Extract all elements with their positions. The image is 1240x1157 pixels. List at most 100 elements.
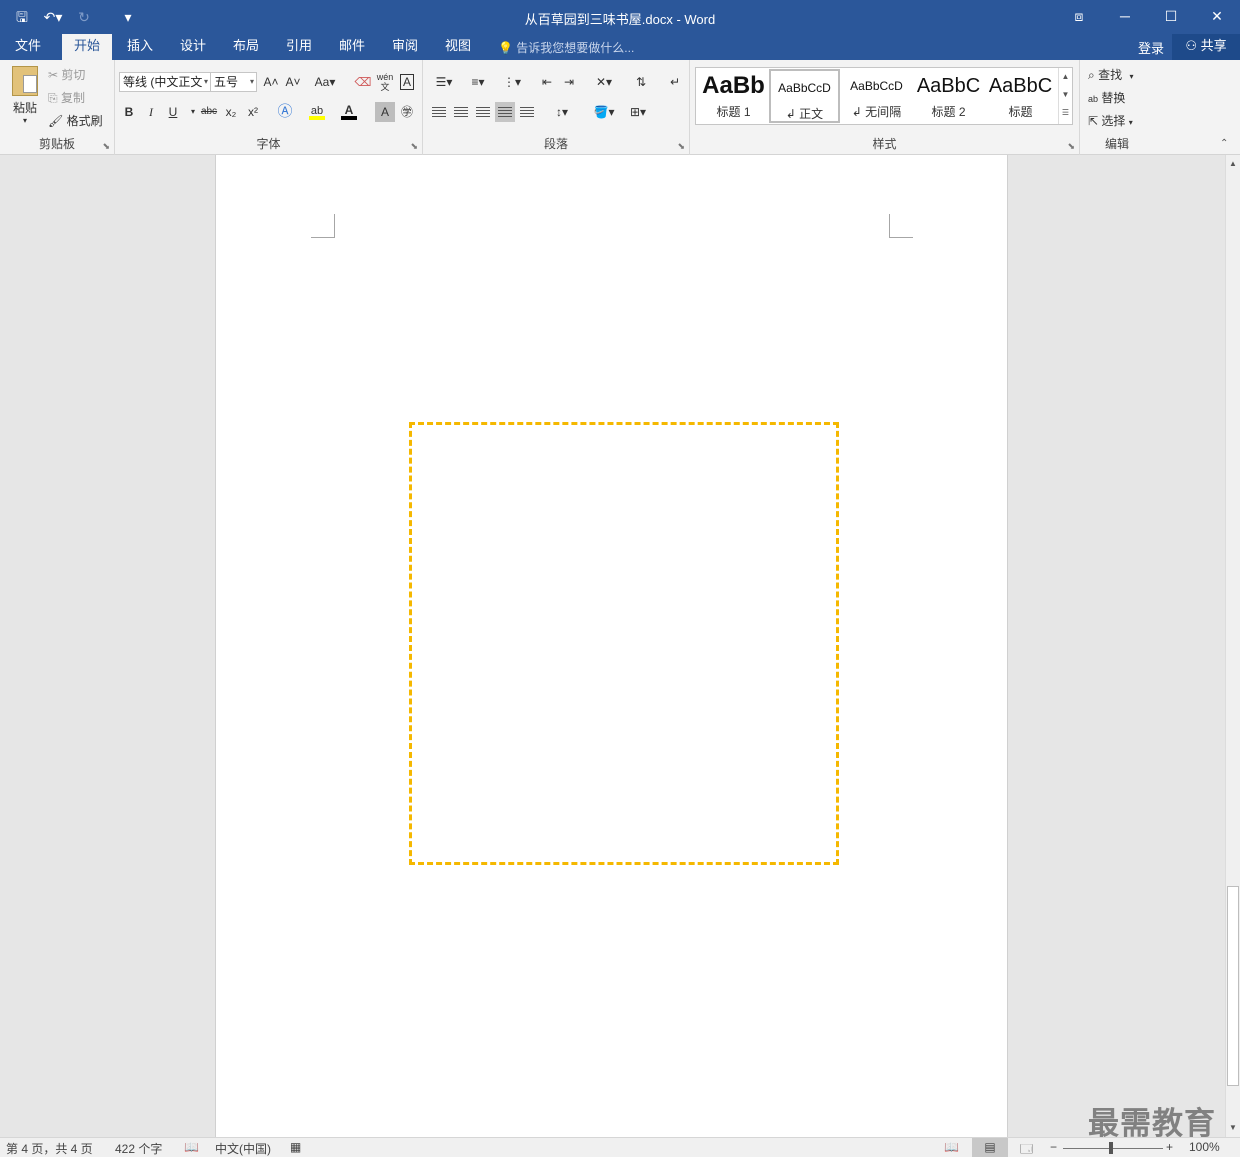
tab-file[interactable]: 文件 <box>0 34 56 60</box>
font-dialog-launcher-icon[interactable]: ⬊ <box>410 141 418 152</box>
align-center-icon[interactable] <box>451 102 471 122</box>
login-link[interactable]: 登录 <box>1138 38 1164 57</box>
justify-icon[interactable] <box>495 102 515 122</box>
paragraph-group: ☰▾ ≡▾ ⋮▾ ⇤ ⇥ ✕▾ ⇅ ↵ ↕▾ 🪣▾ ⊞▾ 段落 ⬊ <box>423 60 690 155</box>
borders-icon[interactable]: ⊞▾ <box>623 102 653 122</box>
tab-references[interactable]: 引用 <box>275 34 323 60</box>
tab-mailings[interactable]: 邮件 <box>328 34 376 60</box>
tab-home[interactable]: 开始 <box>62 34 112 60</box>
change-case-button[interactable]: Aa▾ <box>311 72 339 92</box>
tab-review[interactable]: 审阅 <box>381 34 429 60</box>
copy-label: 复制 <box>60 91 85 105</box>
numbering-icon[interactable]: ≡▾ <box>463 72 493 92</box>
shading-icon[interactable]: 🪣▾ <box>589 102 619 122</box>
superscript-button[interactable]: x² <box>243 102 263 122</box>
paste-button[interactable]: 粘贴 ▾ <box>10 66 40 130</box>
vertical-scrollbar[interactable]: ▲ ▼ <box>1225 155 1240 1137</box>
document-work-area <box>0 155 1225 1137</box>
page-count[interactable]: 第 4 页，共 4 页 <box>6 1140 93 1157</box>
subscript-button[interactable]: x₂ <box>221 102 241 122</box>
chinese-layout-icon[interactable]: ✕▾ <box>589 72 619 92</box>
style-title[interactable]: AaBbC 标题 <box>985 69 1056 123</box>
share-button[interactable]: ⚇ 共享 <box>1172 34 1240 60</box>
ribbon-display-options-icon[interactable]: ⧈ <box>1056 0 1102 34</box>
scrollbar-thumb[interactable] <box>1227 886 1239 1086</box>
print-layout-icon[interactable]: ▤ <box>972 1138 1008 1157</box>
font-color-icon[interactable]: A <box>339 100 359 120</box>
copy-button[interactable]: ⎘ 复制 <box>48 89 85 106</box>
scroll-up-icon[interactable]: ▲ <box>1226 157 1240 171</box>
tab-layout[interactable]: 布局 <box>222 34 270 60</box>
enclose-characters-icon[interactable]: ㊫ <box>397 102 417 122</box>
style-no-spacing[interactable]: AaBbCcD ↲ 无间隔 <box>841 69 912 123</box>
multilevel-list-icon[interactable]: ⋮▾ <box>497 72 527 92</box>
select-button[interactable]: ⇱ 选择 ▾ <box>1088 112 1133 129</box>
bold-button[interactable]: B <box>119 102 139 122</box>
zoom-level[interactable]: 100% <box>1189 1140 1220 1154</box>
distributed-icon[interactable] <box>517 102 537 122</box>
format-painter-button[interactable]: 🖌 格式刷 <box>48 112 103 129</box>
font-name-combo[interactable]: 等线 (中文正文 ▾ <box>119 72 211 92</box>
tab-design[interactable]: 设计 <box>169 34 217 60</box>
highlight-icon[interactable]: ab <box>307 100 327 120</box>
phonetic-guide-icon[interactable]: wén 文 <box>375 72 395 92</box>
editing-group-label: 编辑 <box>1104 137 1129 151</box>
zoom-out-icon[interactable]: − <box>1050 1140 1057 1154</box>
font-size-combo[interactable]: 五号 ▾ <box>210 72 257 92</box>
clipboard-icon <box>12 66 38 96</box>
clipboard-dialog-launcher-icon[interactable]: ⬊ <box>102 141 110 152</box>
character-border-icon[interactable]: A <box>397 72 417 92</box>
shrink-font-button[interactable]: A˅ <box>283 72 303 92</box>
grow-font-button[interactable]: A˄ <box>261 72 281 92</box>
style-sample: AaBbCcD <box>850 79 903 93</box>
increase-indent-icon[interactable]: ⇥ <box>559 72 579 92</box>
more-styles-icon[interactable]: ☰ <box>1059 104 1072 122</box>
italic-button[interactable]: I <box>141 102 161 122</box>
style-heading-1[interactable]: AaBb 标题 1 <box>698 69 769 123</box>
document-page[interactable] <box>215 155 1008 1137</box>
underline-button[interactable]: U <box>163 102 183 122</box>
decrease-indent-icon[interactable]: ⇤ <box>537 72 557 92</box>
tell-me-box[interactable]: 💡 告诉我您想要做什么... <box>498 39 634 56</box>
tab-insert[interactable]: 插入 <box>116 34 164 60</box>
close-icon[interactable]: ✕ <box>1194 0 1240 34</box>
bullets-icon[interactable]: ☰▾ <box>429 72 459 92</box>
tab-view[interactable]: 视图 <box>434 34 482 60</box>
styles-dialog-launcher-icon[interactable]: ⬊ <box>1067 141 1075 152</box>
clear-formatting-icon[interactable]: ⌫ <box>353 72 373 92</box>
align-right-icon[interactable] <box>473 102 493 122</box>
lightbulb-icon: 💡 <box>498 41 513 55</box>
chevron-up-icon[interactable]: ▲ <box>1059 68 1072 86</box>
proofing-icon[interactable]: 📖 <box>184 1140 199 1154</box>
sort-icon[interactable]: ⇅ <box>631 72 651 92</box>
minimize-icon[interactable]: ─ <box>1102 0 1148 34</box>
web-layout-icon[interactable]: 🗔 <box>1020 1140 1033 1157</box>
word-count[interactable]: 422 个字 <box>115 1140 162 1157</box>
zoom-slider-knob[interactable] <box>1109 1142 1113 1154</box>
align-left-icon[interactable] <box>429 102 449 122</box>
macro-icon[interactable]: ▦ <box>290 1140 301 1154</box>
paste-label: 粘贴 <box>12 101 37 115</box>
show-formatting-marks-icon[interactable]: ↵ <box>665 72 685 92</box>
gallery-scroll[interactable]: ▲ ▼ ☰ <box>1058 68 1072 124</box>
find-button[interactable]: ⌕ 查找 ▾ <box>1088 66 1133 83</box>
read-mode-icon[interactable]: 📖 <box>944 1140 959 1154</box>
text-effects-icon[interactable]: Ⓐ <box>275 102 295 122</box>
zoom-in-icon[interactable]: + <box>1166 1140 1173 1154</box>
chevron-down-icon: ▾ <box>249 77 254 86</box>
line-spacing-icon[interactable]: ↕▾ <box>547 102 577 122</box>
replace-button[interactable]: ab 替换 <box>1088 89 1125 106</box>
strikethrough-button[interactable]: abc <box>197 102 221 122</box>
font-size-value: 五号 <box>214 75 239 89</box>
language-indicator[interactable]: 中文(中国) <box>215 1140 271 1157</box>
paragraph-dialog-launcher-icon[interactable]: ⬊ <box>677 141 685 152</box>
chevron-down-icon[interactable]: ▼ <box>1059 86 1072 104</box>
scroll-down-icon[interactable]: ▼ <box>1226 1121 1240 1135</box>
maximize-icon[interactable]: ☐ <box>1148 0 1194 34</box>
style-normal[interactable]: AaBbCcD ↲ 正文 <box>769 69 840 123</box>
character-shading-icon[interactable]: A <box>375 102 395 122</box>
cut-button[interactable]: ✂ 剪切 <box>48 66 85 83</box>
style-heading-2[interactable]: AaBbC 标题 2 <box>913 69 984 123</box>
collapse-ribbon-icon[interactable]: ⌃ <box>1220 138 1228 149</box>
zoom-slider[interactable] <box>1063 1148 1163 1149</box>
